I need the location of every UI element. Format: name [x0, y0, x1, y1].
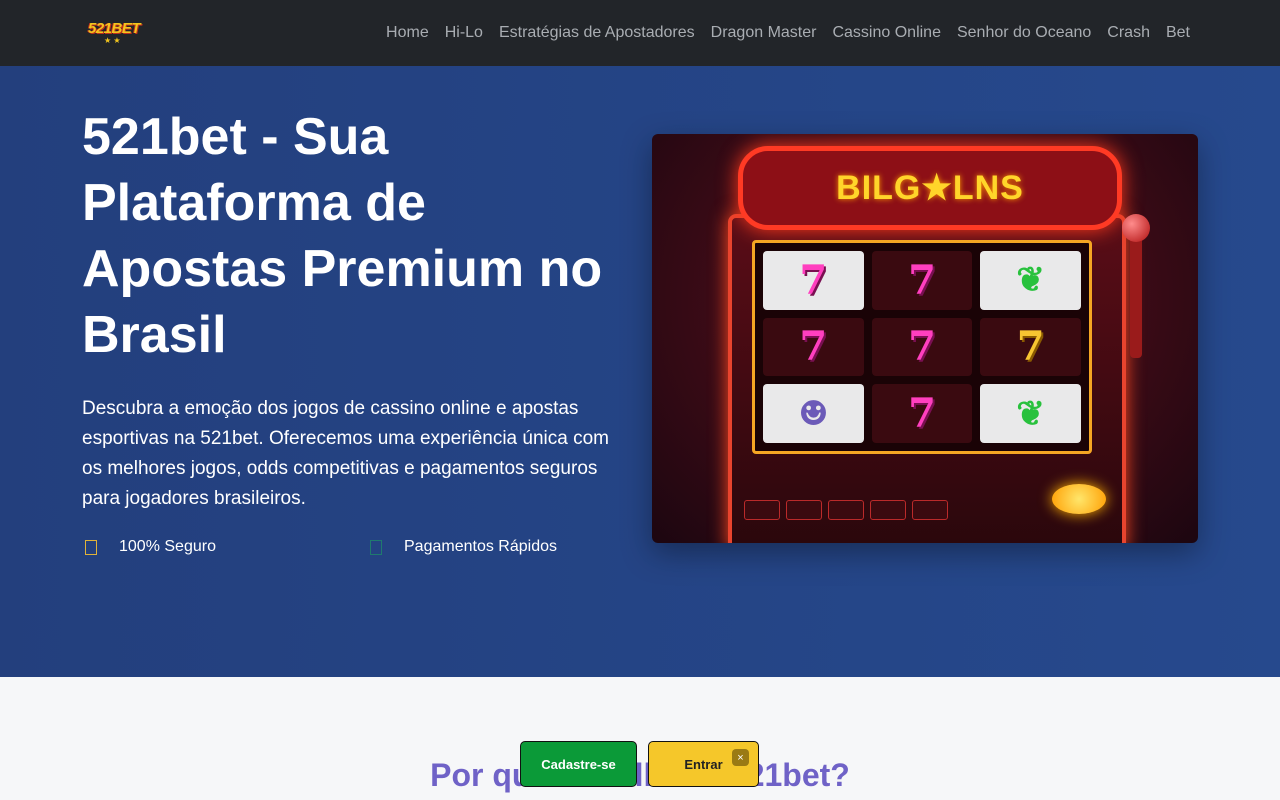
- close-icon[interactable]: ×: [732, 749, 749, 766]
- logo-text: 521BET: [88, 20, 141, 37]
- slot-spin-button: [1052, 484, 1106, 514]
- reel-symbol-leaf-icon: ❦: [1016, 260, 1045, 301]
- brand-logo[interactable]: 521BET ★ ★: [88, 18, 141, 46]
- reel-symbol-seven: 7: [799, 256, 828, 304]
- nav-link-crash[interactable]: Crash: [1107, 24, 1150, 42]
- feature-secure-label: 100% Seguro: [119, 538, 216, 555]
- nav-link-senhor-do-oceano[interactable]: Senhor do Oceano: [957, 24, 1091, 42]
- sticky-cta-bar: Cadastre-se Entrar ×: [520, 741, 760, 787]
- slot-machine-image: BILG★LNS 7 7 ❦ 7 7 7 ☻ 7 ❦: [652, 134, 1198, 543]
- payment-icon: [370, 539, 382, 555]
- logo-stars: ★ ★: [104, 36, 121, 45]
- register-button[interactable]: Cadastre-se: [520, 741, 637, 787]
- nav-link-dragon-master[interactable]: Dragon Master: [711, 24, 817, 42]
- hero-title: 521bet - Sua Plataforma de Apostas Premi…: [82, 108, 603, 364]
- feature-fast-payments-label: Pagamentos Rápidos: [404, 538, 557, 555]
- nav-link-cassino-online[interactable]: Cassino Online: [832, 24, 941, 42]
- nav-link-home[interactable]: Home: [386, 24, 429, 42]
- reel-symbol-seven: 7: [799, 323, 828, 371]
- hero-description: Descubra a emoção dos jogos de cassino o…: [82, 398, 609, 509]
- nav-link-estrategias[interactable]: Estratégias de Apostadores: [499, 24, 695, 42]
- slot-reels: 7 7 ❦ 7 7 7 ☻ 7 ❦: [752, 240, 1092, 454]
- nav-link-bet[interactable]: Bet: [1166, 24, 1190, 42]
- nav-link-hi-lo[interactable]: Hi-Lo: [445, 24, 483, 42]
- reel-symbol-seven: 7: [908, 256, 936, 304]
- reel-symbol-seven-gold: 7: [1016, 323, 1045, 371]
- hero-section: 521bet - Sua Plataforma de Apostas Premi…: [0, 66, 1280, 677]
- shield-icon: [85, 539, 97, 555]
- reel-symbol-seven: 7: [908, 390, 936, 438]
- slot-lever-knob: [1122, 214, 1150, 242]
- reel-symbol-monster-icon: ☻: [798, 393, 829, 434]
- feature-fast-payments: Pagamentos Rápidos: [367, 538, 557, 556]
- slot-console-buttons: [744, 500, 948, 520]
- slot-marquee: BILG★LNS: [738, 146, 1122, 230]
- top-navbar: 521BET ★ ★ Home Hi-Lo Estratégias de Apo…: [0, 0, 1280, 66]
- marquee-text: BILG★LNS: [836, 169, 1024, 207]
- reel-symbol-leaf-icon: ❦: [1016, 393, 1045, 434]
- nav-menu: Home Hi-Lo Estratégias de Apostadores Dr…: [386, 0, 1190, 66]
- feature-secure: 100% Seguro: [82, 538, 216, 556]
- reel-symbol-seven: 7: [908, 323, 936, 371]
